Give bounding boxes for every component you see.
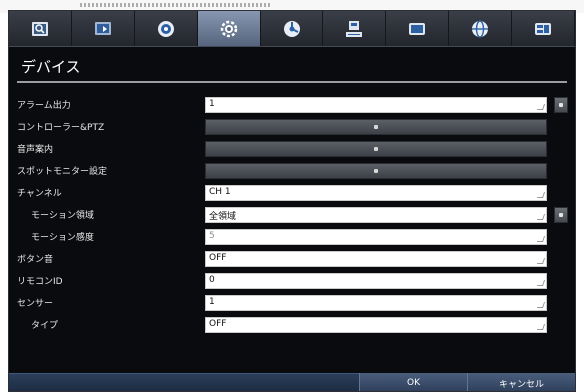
remote-id-value: 0 xyxy=(209,275,215,285)
display-icon xyxy=(94,21,111,35)
button-sound-select[interactable]: OFF xyxy=(205,251,547,267)
row-motion-sensitivity: モーション感度 5 xyxy=(9,229,575,245)
resize-handle-icon xyxy=(536,302,546,308)
row-controller-ptz: コントローラー&PTZ xyxy=(9,119,575,135)
settings-dot-icon xyxy=(374,169,378,173)
resize-handle-icon xyxy=(536,280,546,286)
motion-sensitivity-value: 5 xyxy=(209,231,215,241)
row-alarm-output: アラーム出力 1 xyxy=(9,97,575,113)
tab-device[interactable] xyxy=(197,11,261,46)
controller-ptz-label: コントローラー&PTZ xyxy=(17,123,105,133)
resize-handle-icon xyxy=(536,192,546,198)
alarm-output-settings-button[interactable] xyxy=(554,97,568,113)
motion-sensitivity-label: モーション感度 xyxy=(31,233,94,243)
channel-select[interactable]: CH 1 xyxy=(205,185,547,201)
row-audio-guide: 音声案内 xyxy=(9,141,575,157)
motion-area-value: 全領域 xyxy=(209,212,237,222)
row-type: タイプ OFF xyxy=(9,317,575,333)
row-motion-area: モーション領域 全領域 xyxy=(9,207,575,223)
spot-monitor-button[interactable] xyxy=(205,163,547,179)
page-title: デバイス xyxy=(21,58,81,76)
resize-handle-icon xyxy=(536,104,546,110)
tab-system[interactable] xyxy=(512,11,575,46)
spot-monitor-label: スポットモニター設定 xyxy=(17,167,108,177)
row-remote-id: リモコンID 0 xyxy=(9,273,575,289)
alarm-output-field[interactable]: 1 xyxy=(205,97,547,113)
record-disc-icon xyxy=(157,20,174,37)
row-channel: チャンネル CH 1 xyxy=(9,185,575,201)
camera-search-icon xyxy=(31,21,48,36)
resize-handle-icon xyxy=(536,214,546,220)
resize-handle-icon xyxy=(536,258,546,264)
resize-handle-icon xyxy=(536,324,546,330)
channel-value: CH 1 xyxy=(209,187,231,197)
type-label: タイプ xyxy=(31,321,59,331)
motion-area-settings-button[interactable] xyxy=(554,207,568,223)
type-value: OFF xyxy=(209,319,227,329)
tab-globe[interactable] xyxy=(449,11,513,46)
device-settings-window: デバイス アラーム出力 1 コントローラー&PTZ 音声案内 スポットモニター設… xyxy=(8,10,576,392)
sensor-label: センサー xyxy=(17,299,54,309)
audio-guide-label: 音声案内 xyxy=(17,145,54,155)
screen-icon xyxy=(409,22,426,35)
settings-dot-icon xyxy=(559,213,563,217)
row-spot-monitor: スポットモニター設定 xyxy=(9,163,575,179)
button-sound-value: OFF xyxy=(209,253,227,263)
tab-camera[interactable] xyxy=(9,11,72,46)
channel-label: チャンネル xyxy=(17,189,62,199)
sensor-select[interactable]: 1 xyxy=(205,295,547,311)
button-sound-label: ボタン音 xyxy=(17,255,54,265)
title-divider xyxy=(17,81,567,83)
settings-dot-icon xyxy=(374,125,378,129)
motion-area-select[interactable]: 全領域 xyxy=(205,207,547,223)
remote-id-select[interactable]: 0 xyxy=(205,273,547,289)
row-sensor: センサー 1 xyxy=(9,295,575,311)
storage-icon xyxy=(346,20,363,37)
audio-guide-button[interactable] xyxy=(205,141,547,157)
globe-icon xyxy=(472,19,489,38)
motion-sensitivity-select[interactable]: 5 xyxy=(205,229,547,245)
top-strip-dots xyxy=(80,3,270,7)
remote-id-label: リモコンID xyxy=(17,277,63,287)
controller-ptz-button[interactable] xyxy=(205,119,547,135)
type-select[interactable]: OFF xyxy=(205,317,547,333)
tab-network[interactable] xyxy=(261,11,324,46)
tab-screen[interactable] xyxy=(386,11,450,46)
settings-dot-icon xyxy=(374,147,378,151)
ok-button[interactable]: OK xyxy=(359,373,467,391)
sensor-value: 1 xyxy=(209,297,215,307)
alarm-output-label: アラーム出力 xyxy=(17,101,71,111)
device-settings-icon xyxy=(220,20,237,37)
system-info-icon xyxy=(535,22,552,35)
tab-storage[interactable] xyxy=(323,11,387,46)
resize-handle-icon xyxy=(536,236,546,242)
motion-area-label: モーション領域 xyxy=(31,211,94,221)
row-button-sound: ボタン音 OFF xyxy=(9,251,575,267)
tab-display[interactable] xyxy=(72,11,135,46)
alarm-output-value: 1 xyxy=(209,99,215,109)
cancel-button[interactable]: キャンセル xyxy=(467,373,575,391)
tab-bar xyxy=(9,11,575,47)
network-schedule-icon xyxy=(283,20,300,37)
settings-dot-icon xyxy=(559,103,563,107)
tab-record[interactable] xyxy=(135,11,198,46)
